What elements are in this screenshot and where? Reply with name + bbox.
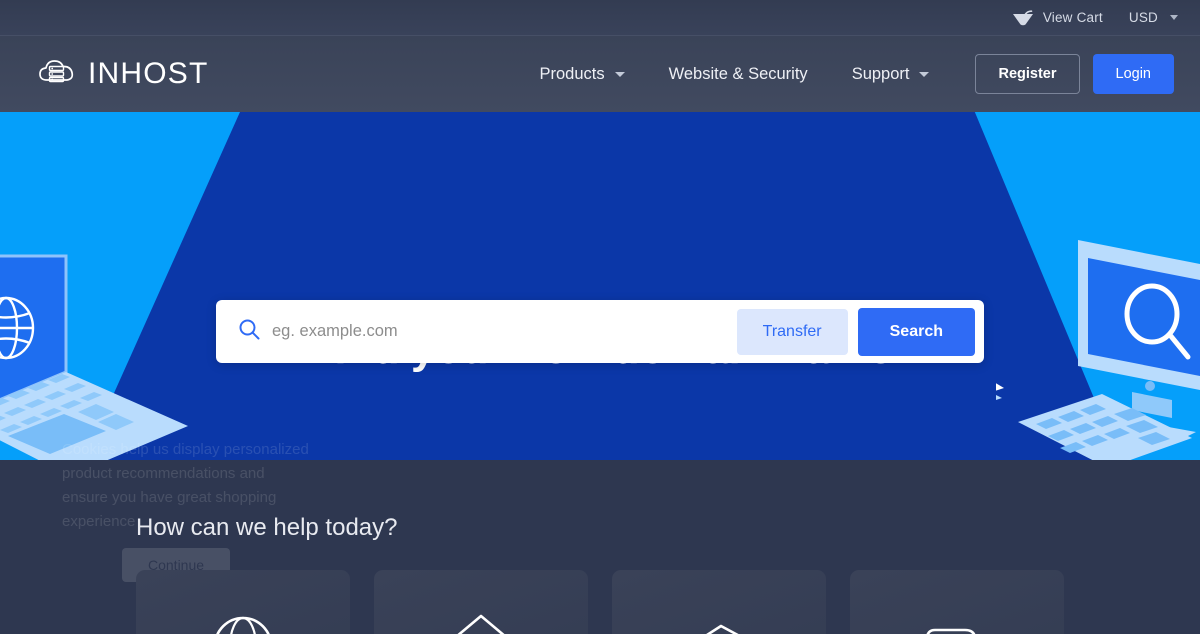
- login-button[interactable]: Login: [1092, 54, 1174, 94]
- cloud-server-icon: [38, 57, 76, 92]
- help-section-title: How can we help today?: [136, 514, 398, 541]
- primary-nav: Products Website & Security Support Regi…: [517, 54, 1200, 94]
- billing-money-icon: $: [683, 608, 755, 634]
- hero-section: Find your new domain name: [0, 112, 1200, 460]
- help-card-billing[interactable]: $: [612, 570, 826, 634]
- shopping-cart-icon: [1012, 9, 1034, 26]
- search-icon: [238, 318, 260, 345]
- search-button[interactable]: Search: [857, 307, 975, 356]
- main-header: INHOST Products Website & Security Suppo…: [0, 36, 1200, 112]
- register-button[interactable]: Register: [975, 54, 1080, 94]
- nav-item-products[interactable]: Products: [517, 65, 646, 84]
- chevron-down-icon: [614, 71, 625, 77]
- top-utility-bar: View Cart USD: [0, 0, 1200, 36]
- nav-item-website-security[interactable]: Website & Security: [647, 65, 830, 84]
- chevron-down-icon: [1170, 15, 1178, 20]
- currency-label: USD: [1128, 10, 1158, 25]
- currency-selector[interactable]: USD: [1129, 10, 1178, 25]
- transfer-button[interactable]: Transfer: [736, 308, 848, 355]
- chevron-down-icon: [919, 71, 930, 77]
- domain-globe-icon: [208, 608, 278, 634]
- nav-item-label: Products: [539, 64, 605, 83]
- logo-text: INHOST: [88, 57, 209, 90]
- domain-search-bar: Transfer Search: [216, 300, 984, 363]
- nav-item-support[interactable]: Support: [830, 65, 952, 84]
- view-cart-label: View Cart: [1042, 10, 1103, 25]
- search-input[interactable]: [272, 322, 737, 341]
- logo[interactable]: INHOST: [38, 57, 209, 92]
- help-card-domains[interactable]: [136, 570, 350, 634]
- help-card-email[interactable]: [374, 570, 588, 634]
- search-field-wrapper[interactable]: [216, 300, 737, 363]
- page-root: View Cart USD INHOST Products Website & …: [0, 0, 1200, 634]
- email-envelope-icon: [446, 608, 516, 634]
- help-card-list: $: [136, 570, 1064, 634]
- view-cart-link[interactable]: View Cart: [1012, 9, 1103, 26]
- nav-item-label: Website & Security: [668, 64, 808, 83]
- help-card-hosting[interactable]: [850, 570, 1064, 634]
- hosting-cards-icon: [919, 608, 995, 634]
- nav-item-label: Support: [851, 64, 910, 83]
